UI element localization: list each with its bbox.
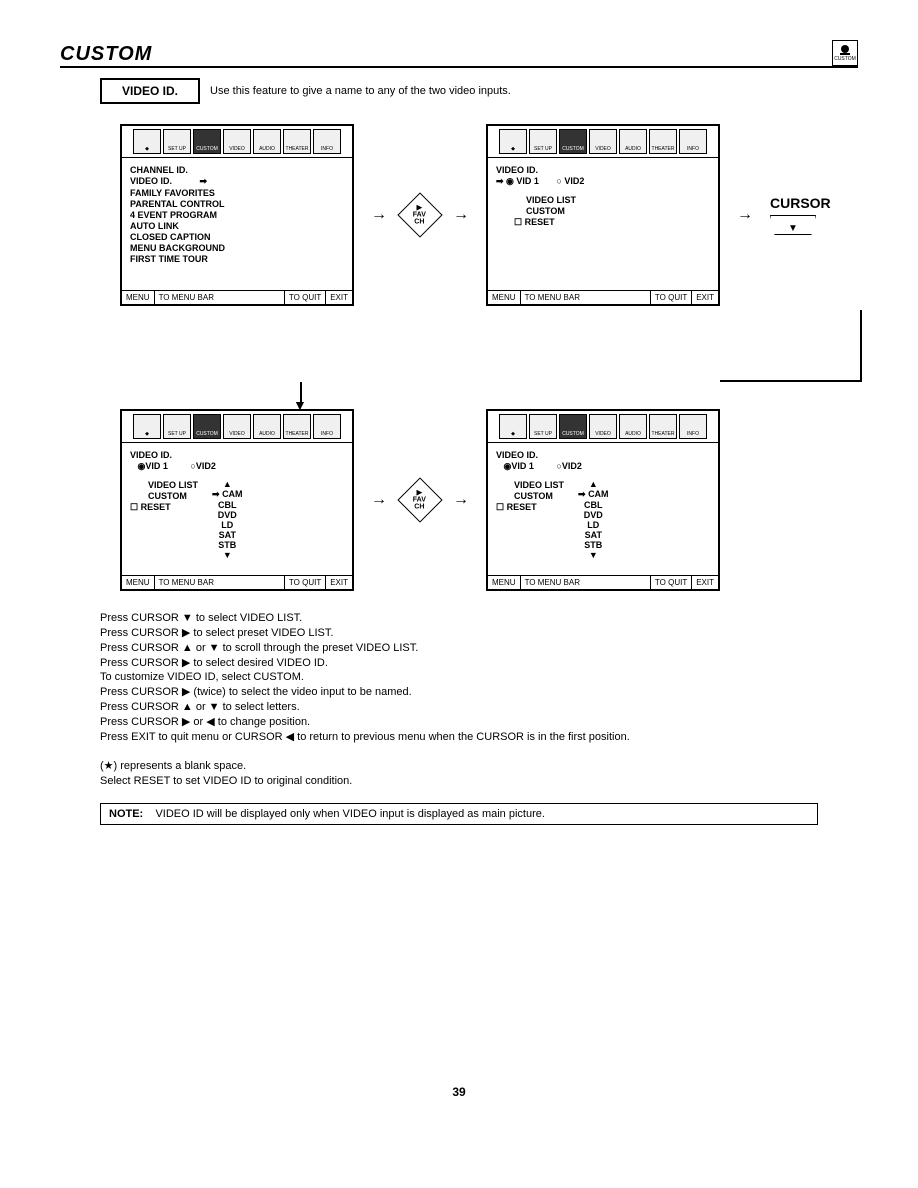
screen-body: VIDEO ID. ◉VID 1 ○VID2 VIDEO LIST CUSTOM… xyxy=(488,443,718,575)
nav-arrows-icon: ◆ xyxy=(133,129,161,154)
feature-name-box: VIDEO ID. xyxy=(100,78,200,104)
screen-footer: MENU TO MENU BAR TO QUIT EXIT xyxy=(122,575,352,589)
arrow-right-icon: → xyxy=(436,206,486,224)
note-box: NOTE: VIDEO ID will be displayed only wh… xyxy=(100,803,818,825)
page-number: 39 xyxy=(60,1085,858,1099)
video-icon: VIDEO xyxy=(589,129,617,154)
info-icon: INFO xyxy=(679,414,707,439)
custom-icon: CUSTOM xyxy=(193,129,221,154)
screen-body: VIDEO ID. ◉VID 1 ○VID2 VIDEO LIST CUSTOM… xyxy=(122,443,352,575)
feature-row: VIDEO ID. Use this feature to give a nam… xyxy=(100,78,858,104)
menu-bar: ◆ SET UP CUSTOM VIDEO AUDIO THEATER INFO xyxy=(122,411,352,443)
instructions-list: Press CURSOR ▼ to select VIDEO LIST. Pre… xyxy=(100,611,858,789)
section-title: CUSTOM xyxy=(60,43,152,66)
screen-footer: MENU TO MENU BAR TO QUIT EXIT xyxy=(488,290,718,304)
nav-arrows-icon: ◆ xyxy=(133,414,161,439)
info-icon: INFO xyxy=(313,129,341,154)
info-icon: INFO xyxy=(313,414,341,439)
setup-icon: SET UP xyxy=(529,129,557,154)
screen-body: CHANNEL ID. VIDEO ID. ➡ FAMILY FAVORITES… xyxy=(122,158,352,290)
setup-icon: SET UP xyxy=(529,414,557,439)
custom-icon: CUSTOM xyxy=(193,414,221,439)
arrow-right-icon: → xyxy=(720,206,770,224)
theater-icon: THEATER xyxy=(649,414,677,439)
menu-screen-3: ◆ SET UP CUSTOM VIDEO AUDIO THEATER INFO… xyxy=(120,409,354,591)
feature-description: Use this feature to give a name to any o… xyxy=(200,78,521,104)
cursor-button: CURSOR ▼ xyxy=(770,195,831,235)
custom-icon: CUSTOM xyxy=(559,129,587,154)
setup-icon: SET UP xyxy=(163,414,191,439)
audio-icon: AUDIO xyxy=(253,414,281,439)
arrow-down-icon: ▼ xyxy=(293,402,858,409)
screen-footer: MENU TO MENU BAR TO QUIT EXIT xyxy=(488,575,718,589)
diagram-area: ◆ SET UP CUSTOM VIDEO AUDIO THEATER INFO… xyxy=(120,124,858,591)
video-icon: VIDEO xyxy=(589,414,617,439)
page-header: CUSTOM CUSTOM xyxy=(60,40,858,68)
custom-icon: CUSTOM xyxy=(832,40,858,66)
theater-icon: THEATER xyxy=(649,129,677,154)
audio-icon: AUDIO xyxy=(253,129,281,154)
fav-ch-button: ▶FAVCH xyxy=(404,199,436,231)
menu-bar: ◆ SET UP CUSTOM VIDEO AUDIO THEATER INFO xyxy=(488,126,718,158)
info-icon: INFO xyxy=(679,129,707,154)
video-icon: VIDEO xyxy=(223,129,251,154)
flow-connector xyxy=(720,310,862,382)
custom-icon: CUSTOM xyxy=(559,414,587,439)
screen-footer: MENU TO MENU BAR TO QUIT EXIT xyxy=(122,290,352,304)
menu-bar: ◆ SET UP CUSTOM VIDEO AUDIO THEATER INFO xyxy=(122,126,352,158)
arrow-right-icon: → xyxy=(436,491,486,509)
fav-ch-button: ▶FAVCH xyxy=(404,484,436,516)
menu-screen-1: ◆ SET UP CUSTOM VIDEO AUDIO THEATER INFO… xyxy=(120,124,354,306)
menu-screen-4: ◆ SET UP CUSTOM VIDEO AUDIO THEATER INFO… xyxy=(486,409,720,591)
screen-body: VIDEO ID. ➡ ◉ VID 1 ○ VID2 VIDEO LIST CU… xyxy=(488,158,718,290)
setup-icon: SET UP xyxy=(163,129,191,154)
menu-screen-2: ◆ SET UP CUSTOM VIDEO AUDIO THEATER INFO… xyxy=(486,124,720,306)
audio-icon: AUDIO xyxy=(619,129,647,154)
theater-icon: THEATER xyxy=(283,414,311,439)
video-icon: VIDEO xyxy=(223,414,251,439)
menu-bar: ◆ SET UP CUSTOM VIDEO AUDIO THEATER INFO xyxy=(488,411,718,443)
nav-arrows-icon: ◆ xyxy=(499,129,527,154)
audio-icon: AUDIO xyxy=(619,414,647,439)
theater-icon: THEATER xyxy=(283,129,311,154)
nav-arrows-icon: ◆ xyxy=(499,414,527,439)
